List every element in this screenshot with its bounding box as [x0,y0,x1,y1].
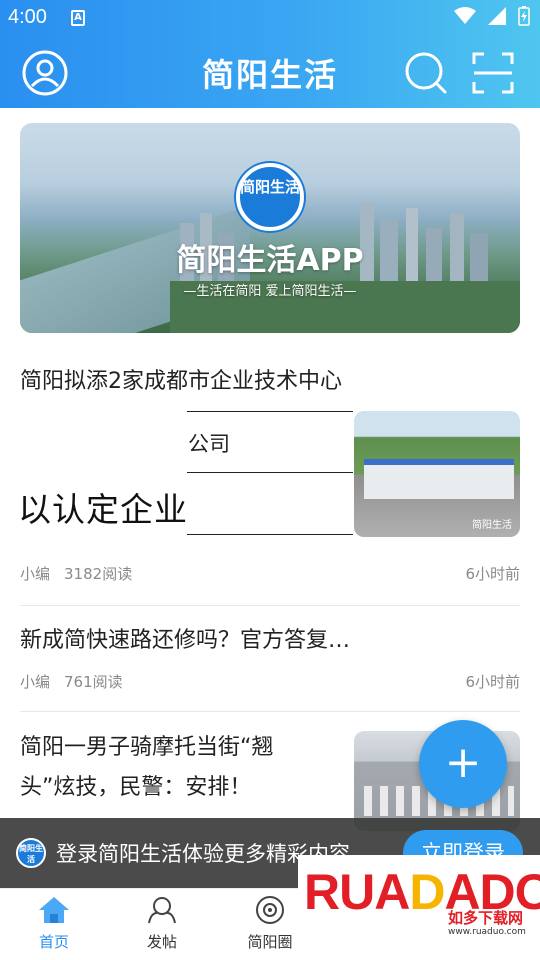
thumbnail-watermark: 简阳生活 [472,520,512,531]
a-letter-icon: A [71,10,85,26]
status-icons [454,6,530,26]
page-title: 简阳生活 [201,56,338,94]
nav-label: 发帖 [146,933,177,951]
signal-icon [488,7,506,25]
status-time: 4:00 [8,6,47,28]
article-meta-1: 小编 3182阅读 [20,563,132,584]
text-fragment: 以认定企业 [18,490,186,529]
nav-home[interactable]: 首页 [14,895,94,952]
scan-button[interactable] [470,50,516,96]
article-title-2[interactable]: 新成简快速路还修吗？官方答复… [20,623,350,659]
article-reads: 761阅读 [64,673,123,691]
promo-banner[interactable]: 简阳生活 简阳生活APP —生活在简阳 爱上简阳生活— [20,123,520,333]
article-time-1: 6小时前 [465,565,520,583]
divider [20,711,520,712]
article-thumbnail-1[interactable]: 简阳生活 [354,411,520,537]
article-author: 小编 [20,565,51,583]
search-icon [405,52,447,94]
nav-label: 首页 [38,933,69,951]
app-header: 4:00 A 简阳生活 [0,0,540,108]
search-button[interactable] [403,50,449,96]
article-title-3[interactable]: 简阳一男子骑摩托当街“翘 头”炫技，民警：安排！ [20,730,320,806]
watermark-cn: 如多下载网 [448,909,524,927]
battery-charging-icon [518,6,530,26]
nav-post[interactable]: 发帖 [122,895,202,952]
overlay-text: 公司 [188,432,230,456]
wifi-icon [454,7,476,24]
circle-icon [256,896,284,924]
status-bar: 4:00 A [0,0,540,36]
divider [20,605,520,606]
article-reads: 3182阅读 [64,565,133,583]
login-app-logo: 简阳生活 [16,838,46,868]
article-title-3-line1: 简阳一男子骑摩托当街“翘 [20,735,274,760]
article-meta-2: 小编 761阅读 [20,671,123,692]
scan-icon [472,52,514,94]
article-title-3-line2: 头”炫技，民警：安排！ [20,775,252,800]
banner-subtitle: —生活在简阳 爱上简阳生活— [183,284,357,299]
site-watermark: RUADADO 如多下载网 www.ruaduo.com [298,855,540,960]
home-icon [39,897,69,923]
article-title-1[interactable]: 简阳拟添2家成都市企业技术中心 [20,364,342,400]
watermark-url: www.ruaduo.com [448,927,526,937]
thumbnail-building [364,459,514,499]
article-author: 小编 [20,673,51,691]
banner-title: 简阳生活APP [176,243,364,278]
article-time-2: 6小时前 [465,673,520,691]
add-post-fab[interactable]: + [419,720,507,808]
post-icon [148,897,176,924]
banner-logo: 简阳生活 [236,163,304,231]
